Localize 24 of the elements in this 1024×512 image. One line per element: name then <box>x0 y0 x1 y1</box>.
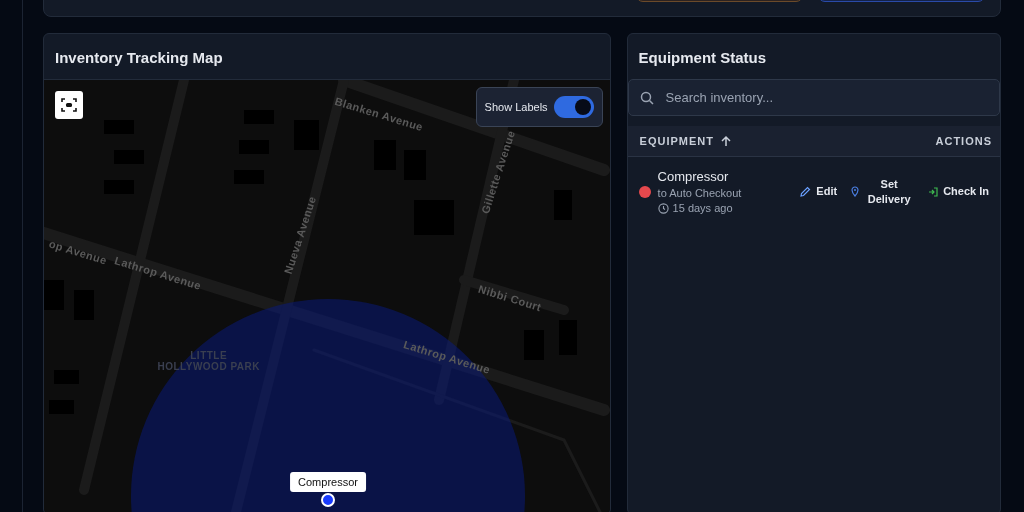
street-label: Nibbi Court <box>476 283 543 314</box>
panel-title: Inventory Tracking Map <box>54 48 224 68</box>
equipment-name: Compressor <box>657 169 730 184</box>
time-ago: 15 days ago <box>672 202 733 214</box>
column-header: ACTIONS <box>935 135 992 147</box>
pencil-icon <box>799 185 812 198</box>
up-arrow-icon[interactable] <box>720 135 732 147</box>
labels-switch[interactable] <box>553 96 594 118</box>
checkin-button[interactable]: Check In <box>925 184 992 199</box>
column-header[interactable]: EQUIPMENT <box>639 135 714 147</box>
marker-label: Compressor <box>290 471 366 492</box>
sign-in-icon <box>928 186 939 197</box>
clock-icon <box>657 202 669 214</box>
fullscreen-icon <box>61 98 77 112</box>
delivery-button[interactable]: Set Delivery <box>848 176 918 207</box>
search-field[interactable]: Search inventory... <box>627 79 1000 116</box>
edit-button[interactable]: Edit <box>796 184 841 199</box>
street-label: op Avenue <box>47 237 109 267</box>
equipment-detail: to Auto Checkout <box>657 187 743 199</box>
toggle-label: Show Labels <box>484 101 548 113</box>
fit-bounds-button[interactable] <box>55 91 83 119</box>
location-pin-icon[interactable] <box>321 492 335 507</box>
map-pin-icon <box>851 186 860 197</box>
panel-title: Equipment Status <box>637 48 768 68</box>
